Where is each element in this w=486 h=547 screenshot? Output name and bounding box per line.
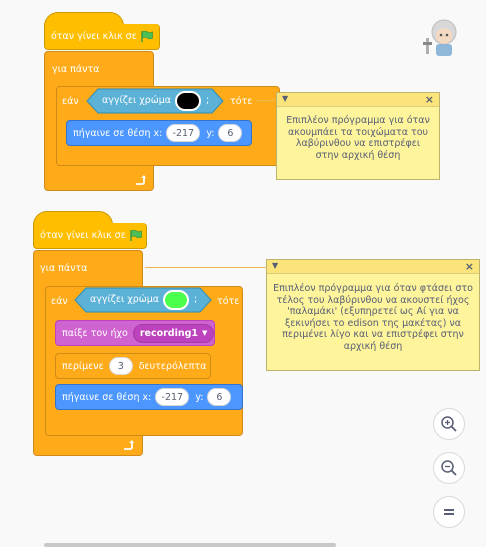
loop-arrow-icon <box>134 174 146 186</box>
hat-label: όταν γίνει κλικ σε <box>40 230 126 241</box>
collapse-arrow-icon[interactable]: ▼ <box>282 94 288 103</box>
when-flag-clicked-block[interactable]: όταν γίνει κλικ σε <box>44 24 160 50</box>
when-flag-clicked-block[interactable]: όταν γίνει κλικ σε <box>33 223 147 249</box>
question-mark: ; <box>194 294 198 305</box>
comment-2[interactable]: ▼ × Επιπλέον πρόγραμμα για όταν φτάσει σ… <box>266 259 480 371</box>
zoom-in-button[interactable] <box>433 408 465 440</box>
comment-1-text[interactable]: Επιπλέον πρόγραμμα για όταν ακουμπάει τα… <box>277 107 439 161</box>
wait-label: περίμενε <box>62 360 104 372</box>
comment-1[interactable]: ▼ × Επιπλέον πρόγραμμα για όταν ακουμπάε… <box>276 92 440 180</box>
wait-block[interactable]: περίμενε 3 δευτερόλεπτα <box>55 353 211 379</box>
comment-2-text[interactable]: Επιπλέον πρόγραμμα για όταν φτάσει στο τ… <box>267 274 479 352</box>
touching-label: αγγίζει χρώμα <box>90 294 160 305</box>
sprite-avatar-icon <box>416 14 466 64</box>
zoom-reset-icon <box>444 509 454 515</box>
green-flag-icon <box>141 31 153 42</box>
close-icon[interactable]: × <box>465 260 474 273</box>
green-flag-icon <box>130 230 142 241</box>
touching-label: αγγίζει χρώμα <box>102 95 172 106</box>
y-label: y: <box>195 391 204 403</box>
sound-value: recording1 <box>139 327 199 339</box>
hat-label: όταν γίνει κλικ σε <box>51 31 137 42</box>
x-input[interactable]: -217 <box>155 388 190 406</box>
go-to-xy-block[interactable]: πήγαινε σε θέση x: -217 y: 6 <box>66 120 252 146</box>
question-mark: ; <box>206 95 210 106</box>
forever-label: για πάντα <box>52 64 100 75</box>
touching-color-block[interactable]: αγγίζει χρώμα ; <box>86 88 224 114</box>
comment-connector-1 <box>256 100 276 101</box>
then-label: τότε <box>230 96 253 107</box>
play-sound-block[interactable]: παίξε τον ήχο recording1 ▼ <box>55 320 215 346</box>
loop-arrow-icon <box>122 439 134 451</box>
touching-color-block[interactable]: αγγίζει χρώμα ; <box>74 287 212 313</box>
horizontal-scrollbar[interactable] <box>44 543 336 547</box>
zoom-in-icon <box>441 416 457 432</box>
y-input[interactable]: 6 <box>207 388 232 406</box>
y-input[interactable]: 6 <box>218 124 243 142</box>
collapse-arrow-icon[interactable]: ▼ <box>272 261 278 270</box>
color-swatch[interactable] <box>163 290 189 310</box>
wait-input[interactable]: 3 <box>108 357 133 375</box>
x-input[interactable]: -217 <box>166 124 201 142</box>
close-icon[interactable]: × <box>425 93 434 106</box>
color-swatch[interactable] <box>175 91 201 111</box>
forever-label: για πάντα <box>40 263 88 274</box>
zoom-reset-button[interactable] <box>433 496 465 528</box>
if-label: εάν <box>51 296 68 307</box>
sound-dropdown[interactable]: recording1 ▼ <box>132 323 215 343</box>
y-label: y: <box>206 127 215 139</box>
if-label: εάν <box>62 96 79 107</box>
then-label: τότε <box>217 296 240 307</box>
chevron-down-icon: ▼ <box>202 329 208 337</box>
sound-label: παίξε τον ήχο <box>62 327 128 339</box>
zoom-out-button[interactable] <box>433 452 465 484</box>
go-to-xy-block[interactable]: πήγαινε σε θέση x: -217 y: 6 <box>55 384 243 410</box>
comment-connector-2 <box>145 267 267 268</box>
goto-label: πήγαινε σε θέση x: <box>73 127 163 139</box>
zoom-out-icon <box>441 460 457 476</box>
wait-unit: δευτερόλεπτα <box>138 360 207 372</box>
goto-label: πήγαινε σε θέση x: <box>62 391 152 403</box>
